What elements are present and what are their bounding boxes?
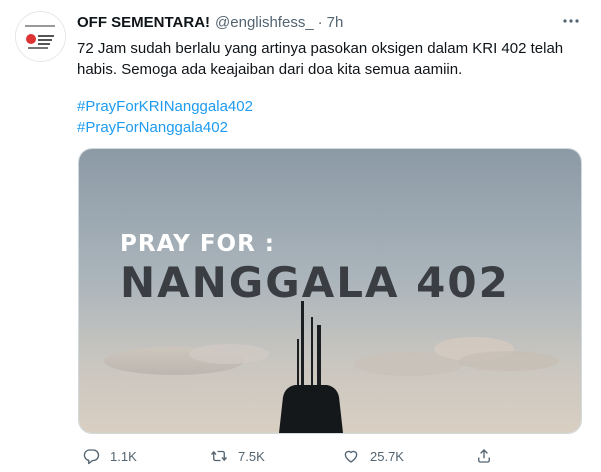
hashtag-link[interactable]: #PrayForNanggala402 — [77, 117, 253, 138]
tweet-text: 72 Jam sudah berlalu yang artinya pasoka… — [77, 40, 564, 78]
hashtag-link[interactable]: #PrayForKRINanggala402 — [77, 96, 253, 117]
like-count: 25.7K — [370, 448, 404, 464]
avatar[interactable] — [15, 11, 66, 62]
more-button[interactable] — [558, 8, 584, 34]
share-button[interactable] — [475, 446, 503, 466]
reply-count: 1.1K — [110, 448, 137, 464]
reply-icon — [83, 449, 100, 465]
retweet-icon — [210, 450, 228, 462]
more-icon — [563, 19, 579, 23]
author-name[interactable]: OFF SEMENTARA! — [77, 14, 210, 31]
like-button[interactable]: 25.7K — [342, 446, 404, 466]
reply-button[interactable]: 1.1K — [82, 446, 137, 466]
retweet-button[interactable]: 7.5K — [210, 446, 265, 466]
tweet-time[interactable]: 7h — [327, 14, 344, 31]
media-caption-line1: PRAY FOR : — [120, 231, 276, 257]
retweet-count: 7.5K — [238, 448, 265, 464]
action-bar: 1.1K 7.5K 25.7K — [82, 446, 582, 466]
author-handle[interactable]: @englishfess_ — [215, 14, 314, 31]
separator-dot: · — [317, 13, 323, 31]
tweet-media-image[interactable]: PRAY FOR : NANGGALA 402 — [78, 148, 582, 434]
tweet[interactable]: OFF SEMENTARA! @englishfess_ · 7h 72 Jam… — [0, 0, 601, 472]
avatar-logo-icon — [16, 12, 65, 61]
media-caption-line2: NANGGALA 402 — [120, 258, 510, 307]
like-icon — [344, 450, 358, 463]
hashtag-list: #PrayForKRINanggala402 #PrayForNanggala4… — [77, 96, 253, 138]
share-icon — [478, 449, 490, 463]
tweet-header: OFF SEMENTARA! @englishfess_ · 7h — [77, 12, 343, 32]
